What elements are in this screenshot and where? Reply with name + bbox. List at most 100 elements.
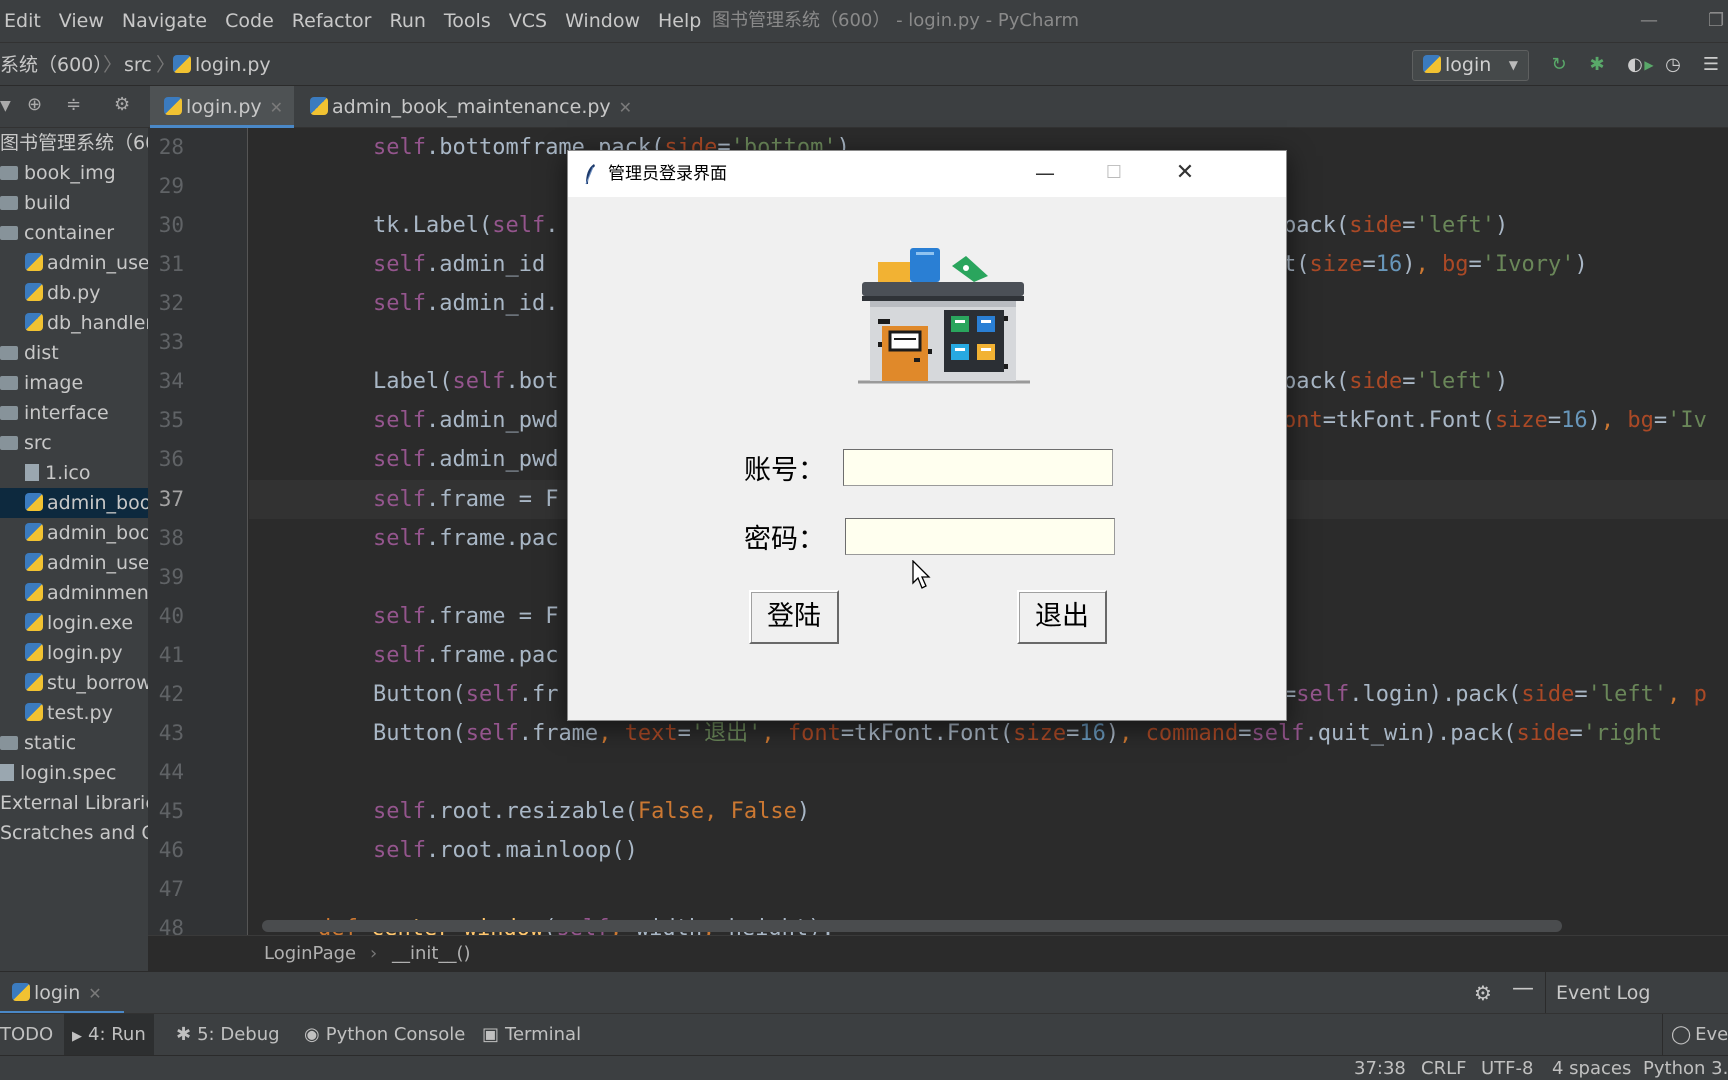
- menu-help[interactable]: Help: [649, 0, 710, 42]
- line-number: 46: [158, 838, 184, 862]
- menu-refactor[interactable]: Refactor: [283, 0, 381, 42]
- tool-tab-event-log[interactable]: ◯ Eve: [1662, 1014, 1728, 1056]
- tree-file[interactable]: login.exe: [25, 608, 148, 638]
- tool-tab-label: 5: Debug: [197, 1024, 280, 1045]
- minimize-panel-icon[interactable]: —: [1512, 976, 1534, 1001]
- editor-tab-row: ▼ ⊕ ≑ ⚙ login.py ✕ admin_book_maintenance…: [0, 86, 1728, 128]
- tree-root[interactable]: 图书管理系统（600: [0, 128, 148, 158]
- account-input[interactable]: [843, 449, 1113, 486]
- tree-file[interactable]: admin_boo: [25, 518, 148, 548]
- minimize-icon[interactable]: —: [1010, 151, 1080, 197]
- tree-folder-interface[interactable]: interface: [0, 398, 148, 428]
- tree-file[interactable]: login.py: [25, 638, 148, 668]
- tool-tab-run[interactable]: ▶ 4: Run: [64, 1014, 154, 1056]
- maximize-icon[interactable]: ☐: [1079, 151, 1149, 197]
- run-tab-login[interactable]: login ✕: [0, 972, 124, 1014]
- tree-folder-image[interactable]: image: [0, 368, 148, 398]
- code-line: self.admin_id.: [373, 291, 559, 316]
- event-log-tab[interactable]: Event Log: [1545, 972, 1728, 1014]
- login-button[interactable]: 登陆: [749, 590, 839, 644]
- python-interpreter[interactable]: Python 3.: [1643, 1056, 1728, 1080]
- profile-icon[interactable]: ◷: [1661, 53, 1685, 77]
- line-number: 32: [158, 291, 184, 315]
- tool-tab-todo[interactable]: TODO: [0, 1014, 61, 1056]
- folder-icon: [0, 196, 18, 210]
- tree-folder-build[interactable]: build: [0, 188, 148, 218]
- tab-login-py[interactable]: login.py ✕: [150, 86, 294, 128]
- python-file-icon: [25, 493, 43, 511]
- file-encoding[interactable]: UTF-8: [1481, 1056, 1533, 1080]
- tree-file[interactable]: 1.ico: [25, 458, 148, 488]
- restore-icon[interactable]: ❐: [1708, 0, 1724, 42]
- tree-file-selected[interactable]: admin_boo: [0, 488, 148, 518]
- tree-file[interactable]: db.py: [25, 278, 148, 308]
- account-label: 账号：: [744, 455, 825, 486]
- tree-file[interactable]: adminmenu: [25, 578, 148, 608]
- menu-tools[interactable]: Tools: [435, 0, 500, 42]
- debug-icon[interactable]: ✱: [1585, 53, 1609, 77]
- tree-label: image: [24, 372, 84, 394]
- menu-vcs[interactable]: VCS: [500, 0, 556, 42]
- tab-admin-book-maintenance[interactable]: admin_book_maintenance.py ✕: [296, 86, 632, 128]
- breadcrumb-class[interactable]: LoginPage: [264, 936, 356, 972]
- tree-file[interactable]: admin_user: [25, 548, 148, 578]
- menu-run[interactable]: Run: [380, 0, 434, 42]
- mouse-pointer-icon: [912, 560, 931, 589]
- menu-code[interactable]: Code: [216, 0, 283, 42]
- tree-external-libraries[interactable]: External Libraries: [0, 788, 148, 818]
- password-input[interactable]: [845, 518, 1115, 555]
- close-icon[interactable]: ✕: [1150, 151, 1220, 197]
- caret-down-icon[interactable]: ▼: [0, 98, 11, 114]
- indent-setting[interactable]: 4 spaces: [1552, 1056, 1631, 1080]
- folder-icon: [0, 736, 18, 750]
- tree-file[interactable]: stu_borrow: [25, 668, 148, 698]
- tool-tab-terminal[interactable]: ▣ Terminal: [474, 1014, 589, 1056]
- quit-button[interactable]: 退出: [1017, 590, 1107, 644]
- menu-window[interactable]: Window: [556, 0, 649, 42]
- line-number: 39: [158, 565, 184, 589]
- breadcrumb-project[interactable]: 系统（600）: [0, 43, 112, 87]
- python-file-icon: [12, 983, 30, 1001]
- tree-file[interactable]: test.py: [25, 698, 148, 728]
- tool-tab-label: 4: Run: [88, 1024, 146, 1045]
- build-icon[interactable]: ☰: [1699, 53, 1723, 77]
- tree-file[interactable]: db_handler: [25, 308, 148, 338]
- tree-folder-static[interactable]: static: [0, 728, 148, 758]
- horizontal-scrollbar[interactable]: [262, 920, 1562, 932]
- tree-folder-book-img[interactable]: book_img: [0, 158, 148, 188]
- locate-icon[interactable]: ⊕: [27, 94, 42, 115]
- tree-file[interactable]: admin_user: [25, 248, 148, 278]
- minimize-icon[interactable]: —: [1640, 0, 1658, 42]
- tree-file[interactable]: login.spec: [0, 758, 148, 788]
- run-with-coverage-icon: ▶: [1644, 58, 1654, 72]
- run-configuration-select[interactable]: login ▼: [1412, 50, 1529, 81]
- tool-tab-debug[interactable]: ✱ 5: Debug: [168, 1014, 288, 1056]
- tree-folder-dist[interactable]: dist: [0, 338, 148, 368]
- close-icon[interactable]: ✕: [88, 984, 101, 1003]
- breadcrumb-method[interactable]: __init__(): [392, 936, 471, 972]
- gear-icon[interactable]: ⚙: [1474, 981, 1492, 1005]
- line-separator[interactable]: CRLF: [1421, 1056, 1466, 1080]
- tree-folder-container[interactable]: container: [0, 218, 148, 248]
- menu-edit[interactable]: Edit: [0, 0, 50, 42]
- close-icon[interactable]: ✕: [270, 98, 283, 117]
- tree-label: stu_borrow: [47, 672, 148, 694]
- breadcrumb-src[interactable]: src: [124, 43, 152, 87]
- file-icon: [0, 764, 14, 781]
- menu-view[interactable]: View: [50, 0, 113, 42]
- python-file-icon: [25, 523, 43, 541]
- code-line: self.root.resizable(False, False): [373, 799, 811, 824]
- close-icon[interactable]: ✕: [619, 98, 632, 117]
- tree-label: admin_user: [47, 552, 148, 574]
- caret-position[interactable]: 37:38: [1354, 1056, 1406, 1080]
- collapse-all-icon[interactable]: ≑: [66, 94, 81, 115]
- menu-navigate[interactable]: Navigate: [113, 0, 216, 42]
- tool-tab-python-console[interactable]: ◉ Python Console: [296, 1014, 473, 1056]
- tree-label: static: [24, 732, 77, 754]
- code-line: self.root.mainloop(): [373, 838, 638, 863]
- tree-folder-src[interactable]: src: [0, 428, 148, 458]
- gear-icon[interactable]: ⚙: [114, 94, 130, 115]
- tree-scratches[interactable]: Scratches and Cor: [0, 818, 148, 848]
- rerun-icon[interactable]: ↻: [1547, 53, 1571, 77]
- breadcrumb-file[interactable]: login.py: [173, 43, 271, 87]
